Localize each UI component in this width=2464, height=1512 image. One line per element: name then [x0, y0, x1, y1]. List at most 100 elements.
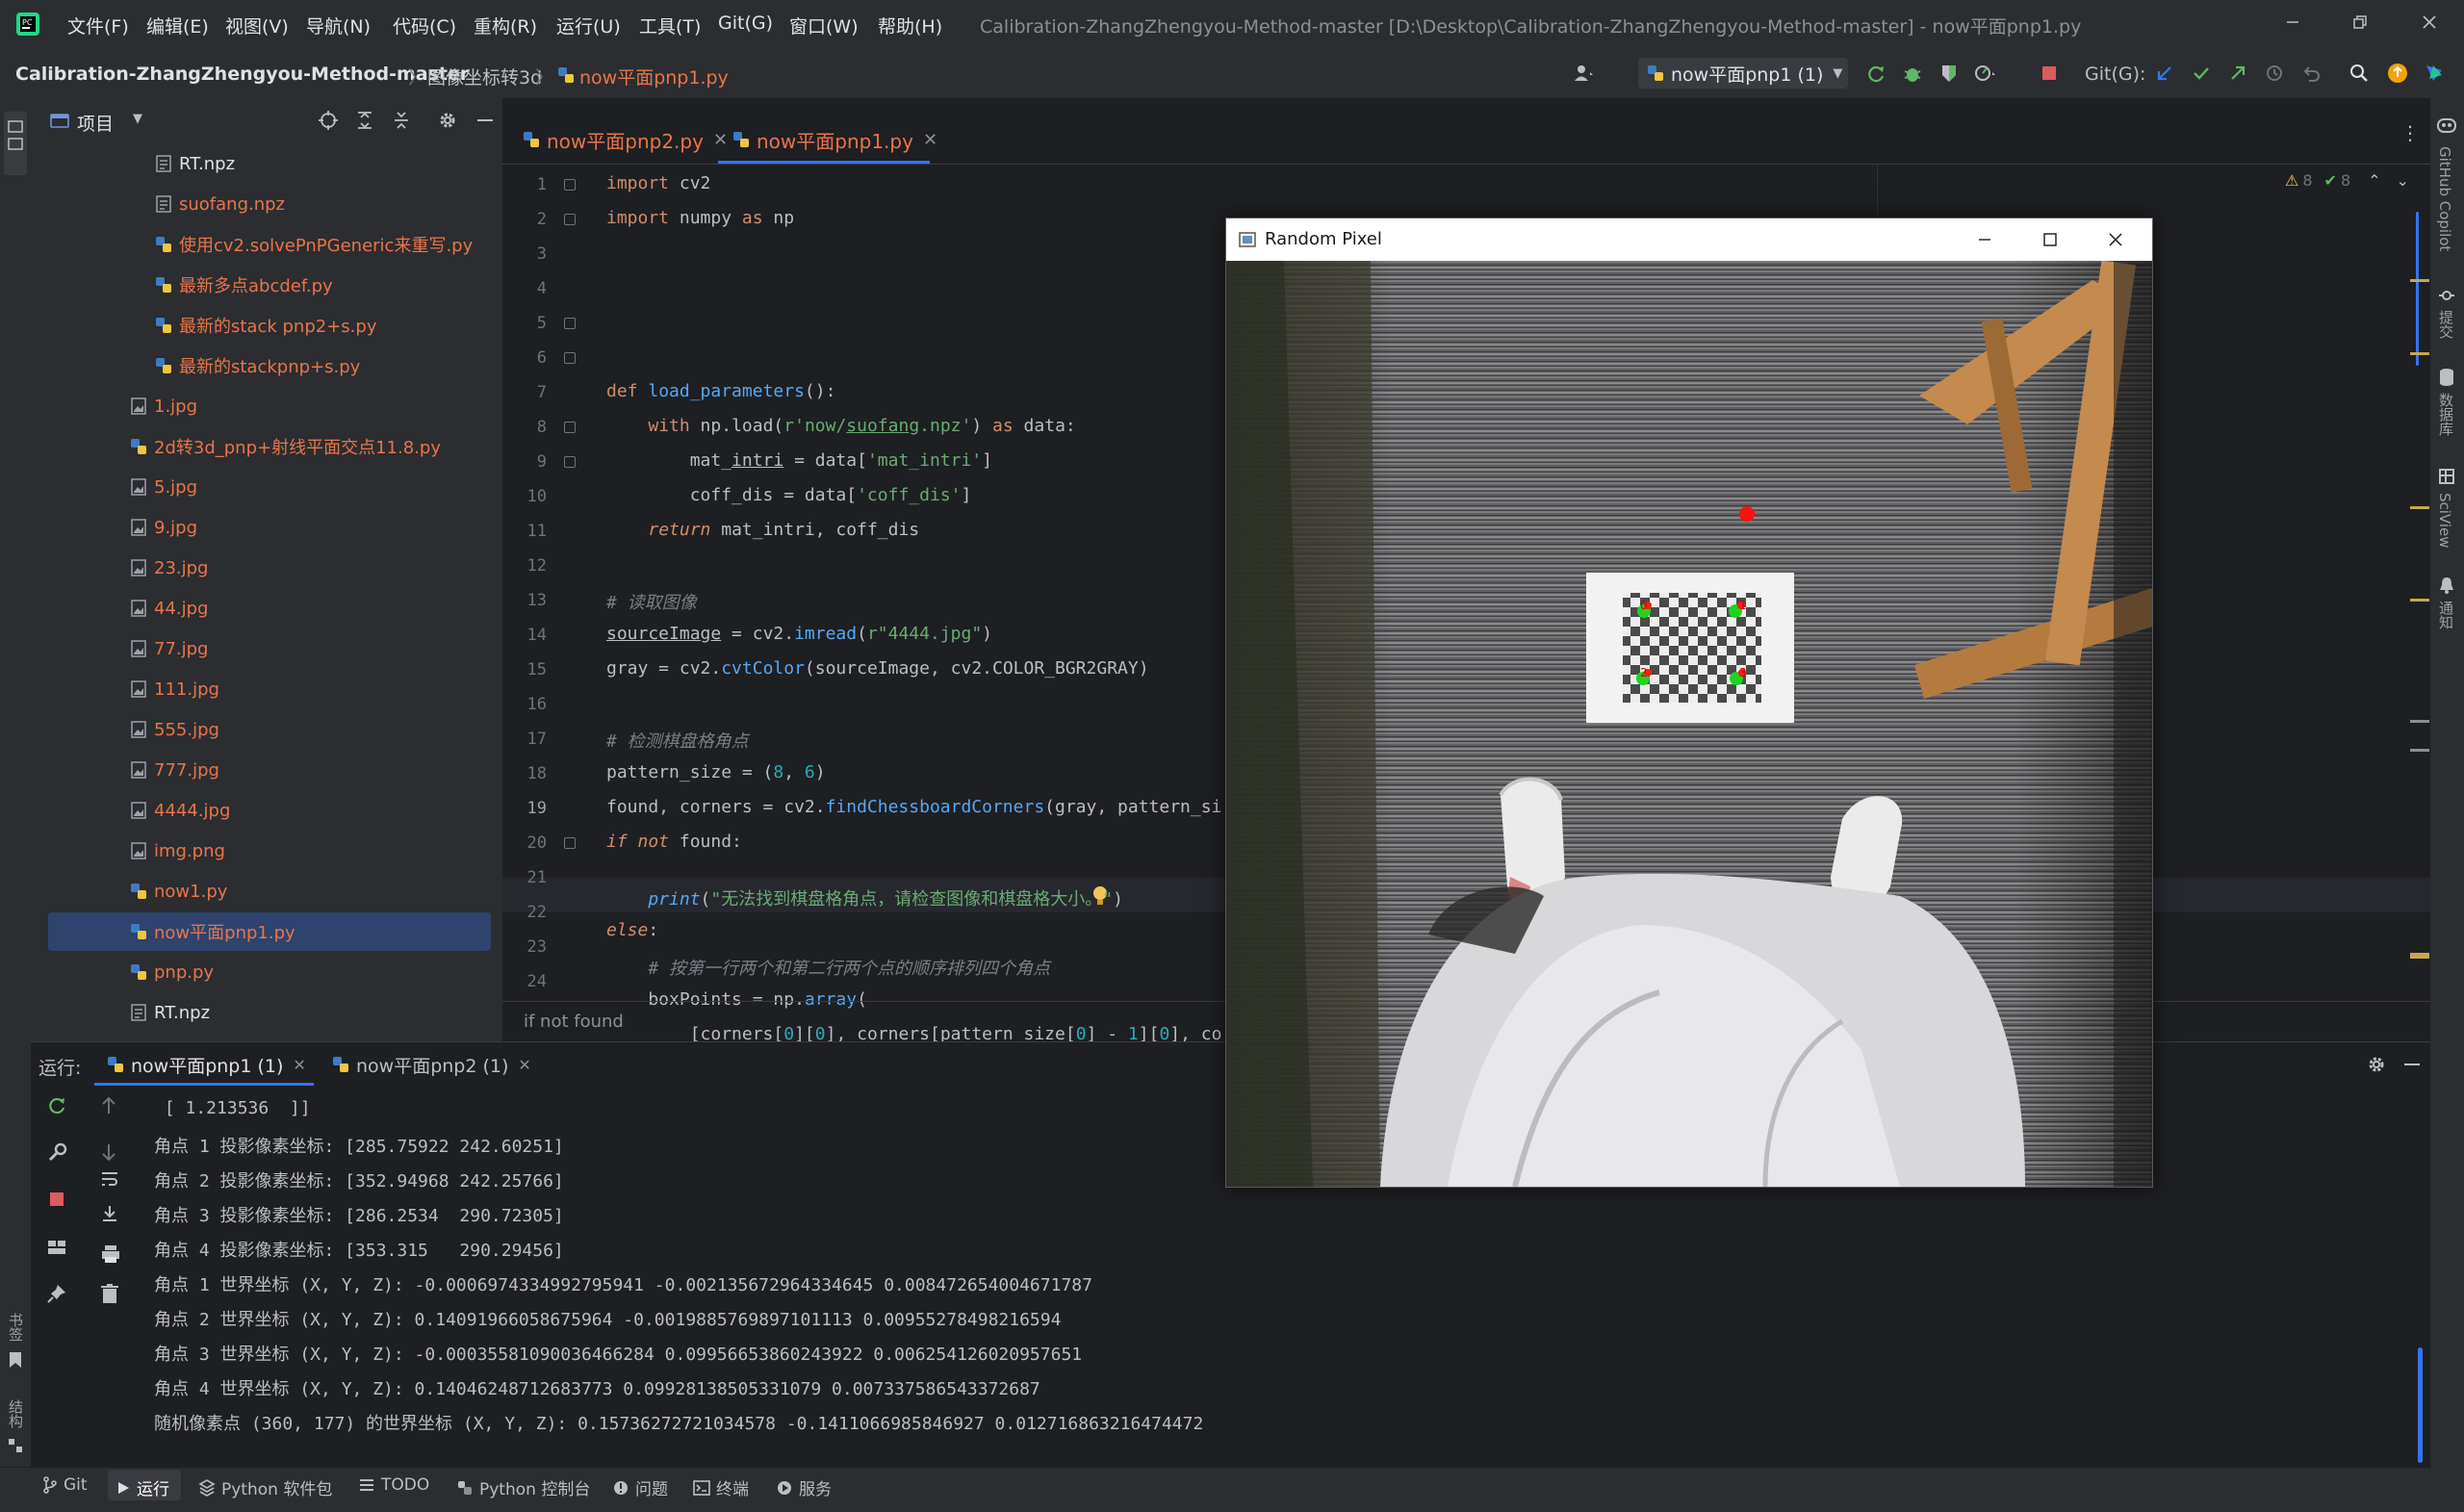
wrench-icon[interactable]: [46, 1142, 67, 1164]
menu-item[interactable]: 代码(C): [393, 13, 456, 38]
layout-icon[interactable]: [46, 1237, 67, 1258]
image-canvas[interactable]: 0 1 2 3: [1226, 261, 2152, 1187]
line-number[interactable]: 24: [502, 972, 547, 991]
bottom-tool-python-console[interactable]: Python 控制台: [456, 1475, 590, 1499]
warning-marker[interactable]: [2410, 599, 2429, 602]
project-panel-title[interactable]: 项目: [77, 110, 114, 136]
restore-button[interactable]: [2343, 8, 2377, 37]
line-number[interactable]: 5: [502, 314, 547, 333]
gear-icon[interactable]: [2366, 1054, 2387, 1075]
bottom-tool-packages[interactable]: Python 软件包: [198, 1475, 332, 1499]
jetbrains-ai-icon[interactable]: [2422, 61, 2447, 86]
history-icon[interactable]: [2262, 61, 2287, 86]
menu-item[interactable]: 文件(F): [67, 13, 129, 38]
ide-update-icon[interactable]: [2385, 61, 2410, 86]
chevron-down-icon[interactable]: ⌄: [2397, 171, 2409, 190]
line-number[interactable]: 11: [502, 522, 547, 541]
tree-item[interactable]: 最新的stackpnp+s.py: [154, 346, 360, 385]
menu-item[interactable]: 导航(N): [306, 13, 371, 38]
line-number[interactable]: 13: [502, 591, 547, 610]
line-number[interactable]: 9: [502, 452, 547, 472]
inspection-widget[interactable]: ⚠ 8 ✔ 8 ⌃ ⌄: [2285, 171, 2409, 190]
debug-icon[interactable]: [1900, 61, 1925, 86]
rerun-icon[interactable]: [1863, 61, 1888, 86]
line-number[interactable]: 1: [502, 175, 547, 194]
line-number[interactable]: 6: [502, 348, 547, 368]
console-scrollbar-thumb[interactable]: [2418, 1347, 2423, 1463]
code-line[interactable]: coff_dis = data['coff_dis']: [606, 485, 972, 505]
menu-item[interactable]: 工具(T): [639, 13, 701, 38]
tab-now-pnp1[interactable]: now平面pnp1.py ✕: [732, 115, 937, 164]
bell-icon[interactable]: [2438, 576, 2455, 595]
print-icon[interactable]: [100, 1244, 121, 1264]
tree-item[interactable]: 777.jpg: [129, 751, 219, 789]
menu-item[interactable]: 视图(V): [225, 13, 289, 38]
code-line[interactable]: else:: [606, 920, 658, 940]
stop-icon[interactable]: [48, 1191, 65, 1208]
tree-item[interactable]: 77.jpg: [129, 629, 208, 668]
fold-marker-icon[interactable]: [564, 422, 576, 433]
breadcrumb-project[interactable]: Calibration-ZhangZhengyou-Method-master: [15, 64, 469, 85]
hide-panel-icon[interactable]: [475, 110, 495, 131]
close-tab-icon[interactable]: ✕: [923, 130, 937, 150]
sciview-tool-label[interactable]: SciView: [2436, 493, 2453, 549]
project-tool-button[interactable]: [4, 112, 27, 175]
tree-item[interactable]: 2d转3d_pnp+射线平面交点11.8.py: [129, 427, 441, 466]
minimize-button[interactable]: [2275, 8, 2310, 37]
run-config-selector[interactable]: now平面pnp1 (1) ▼: [1638, 58, 1848, 89]
tree-item[interactable]: 9.jpg: [129, 508, 197, 547]
bottom-tool-services[interactable]: 服务: [776, 1475, 832, 1499]
bookmarks-tool-label[interactable]: 书签: [6, 1313, 26, 1342]
line-number[interactable]: 8: [502, 418, 547, 437]
minimize-button[interactable]: [1965, 228, 2004, 251]
tree-item[interactable]: 111.jpg: [129, 670, 219, 708]
chevron-up-icon[interactable]: ⌃: [2368, 171, 2380, 190]
code-line[interactable]: pattern_size = (8, 6): [606, 762, 826, 782]
tree-item[interactable]: 1.jpg: [129, 387, 197, 425]
soft-wrap-icon[interactable]: [100, 1169, 119, 1189]
pycharm-logo-icon[interactable]: PC: [15, 12, 40, 37]
code-line[interactable]: print("无法找到棋盘格角点，请检查图像和棋盘格大小。"): [606, 885, 1123, 910]
bookmark-icon[interactable]: [8, 1351, 23, 1369]
tree-item[interactable]: img.png: [129, 832, 225, 870]
code-line[interactable]: sourceImage = cv2.imread(r"4444.jpg"): [606, 624, 992, 644]
git-update-icon[interactable]: [2152, 61, 2177, 86]
tree-item[interactable]: 5.jpg: [129, 468, 197, 506]
trash-icon[interactable]: [100, 1283, 119, 1304]
code-line[interactable]: import numpy as np: [606, 208, 794, 228]
line-number[interactable]: 21: [502, 868, 547, 887]
code-line[interactable]: mat_intri = data['mat_intri']: [606, 450, 992, 471]
close-button[interactable]: [2412, 8, 2447, 37]
scroll-to-end-icon[interactable]: [100, 1204, 119, 1223]
locate-file-icon[interactable]: [318, 110, 339, 131]
code-line[interactable]: # 读取图像: [606, 589, 697, 614]
expand-all-icon[interactable]: [354, 110, 375, 131]
profile-icon[interactable]: [1973, 61, 1998, 86]
line-number[interactable]: 14: [502, 626, 547, 645]
code-line[interactable]: gray = cv2.cvtColor(sourceImage, cv2.COL…: [606, 658, 1149, 679]
tree-item[interactable]: 23.jpg: [129, 549, 208, 587]
line-number[interactable]: 4: [502, 279, 547, 298]
image-window-titlebar[interactable]: Random Pixel: [1226, 218, 2152, 261]
code-line[interactable]: found, corners = cv2.findChessboardCorne…: [606, 797, 1221, 817]
code-line[interactable]: def load_parameters():: [606, 381, 835, 401]
scrollbar-thumb[interactable]: [2416, 212, 2419, 366]
database-icon[interactable]: [2438, 368, 2455, 387]
warning-marker[interactable]: [2410, 506, 2429, 509]
maximize-button[interactable]: [2031, 228, 2069, 251]
line-number[interactable]: 23: [502, 937, 547, 957]
commit-icon[interactable]: [2438, 287, 2455, 304]
line-number[interactable]: 20: [502, 833, 547, 853]
tree-item[interactable]: 最新的stack pnp2+s.py: [154, 306, 376, 345]
more-tabs-icon[interactable]: ⋮: [2400, 121, 2420, 144]
fold-marker-icon[interactable]: [564, 352, 576, 364]
menu-item[interactable]: 帮助(H): [878, 13, 942, 38]
bottom-tool-terminal[interactable]: 终端: [693, 1475, 749, 1499]
code-line[interactable]: # 检测棋盘格角点: [606, 728, 749, 753]
pin-icon[interactable]: [46, 1283, 67, 1304]
tree-item[interactable]: 555.jpg: [129, 710, 219, 749]
breadcrumb-file[interactable]: now平面pnp1.py: [579, 64, 729, 90]
line-number[interactable]: 16: [502, 695, 547, 714]
editor-breadcrumb[interactable]: if not found: [524, 1012, 624, 1032]
line-number[interactable]: 18: [502, 764, 547, 783]
